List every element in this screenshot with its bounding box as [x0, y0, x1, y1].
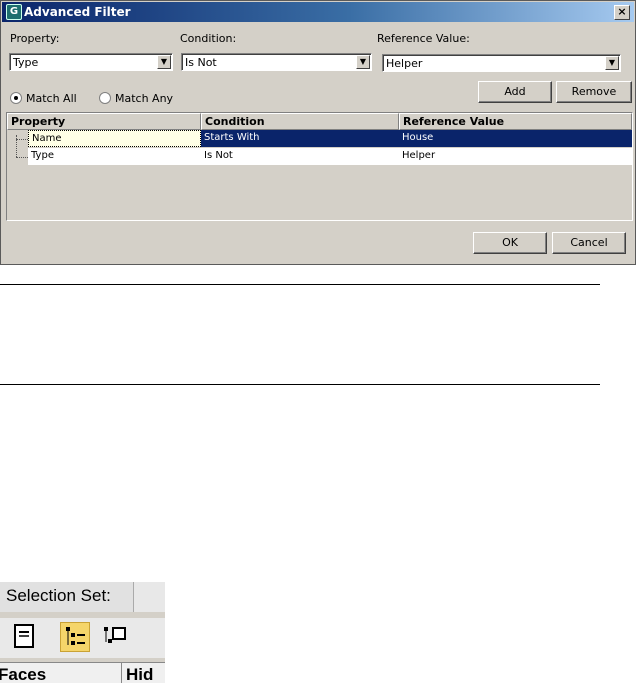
selection-set-label: Selection Set:	[0, 582, 133, 612]
property-dropdown[interactable]: Type ▼	[9, 53, 173, 71]
tree-list-icon[interactable]	[60, 622, 90, 652]
divider	[0, 284, 600, 285]
scene-explorer-snippet: Selection Set: Faces Hid	[0, 582, 165, 685]
condition-dropdown[interactable]: Is Not ▼	[181, 53, 372, 71]
close-button[interactable]: ×	[614, 5, 630, 20]
table-row[interactable]: Name Starts With House	[7, 130, 632, 147]
add-button[interactable]: Add	[478, 81, 552, 103]
cell-condition[interactable]: Starts With	[201, 130, 399, 147]
property-label: Property:	[10, 32, 60, 45]
ok-button[interactable]: OK	[473, 232, 547, 254]
dialog-title: Advanced Filter	[24, 5, 131, 19]
reference-dropdown-value: Helper	[386, 57, 423, 70]
advanced-filter-dialog: G Advanced Filter × Property: Condition:…	[0, 0, 636, 265]
table-row[interactable]: Type Is Not Helper	[7, 148, 632, 165]
remove-button[interactable]: Remove	[556, 81, 632, 103]
cell-property[interactable]: Name	[28, 130, 201, 147]
match-all-label: Match All	[26, 92, 77, 105]
column-header-faces[interactable]: Faces	[0, 665, 46, 685]
column-header-strip: Faces Hid	[0, 662, 165, 685]
reference-value-label: Reference Value:	[377, 32, 470, 45]
property-dropdown-value: Type	[13, 56, 39, 69]
title-bar[interactable]: G Advanced Filter ×	[2, 2, 634, 22]
chevron-down-icon[interactable]: ▼	[605, 56, 619, 70]
column-divider[interactable]	[121, 663, 122, 683]
divider	[0, 384, 600, 385]
cell-condition[interactable]: Is Not	[201, 148, 399, 165]
cell-reference-value[interactable]: Helper	[399, 148, 632, 165]
column-header-condition[interactable]: Condition	[201, 113, 399, 130]
match-any-label: Match Any	[115, 92, 174, 105]
reference-value-dropdown[interactable]: Helper ▼	[382, 54, 621, 72]
match-all-radio[interactable]	[10, 92, 22, 104]
column-header-reference-value[interactable]: Reference Value	[399, 113, 632, 130]
match-any-radio[interactable]	[99, 92, 111, 104]
snippet-toolbar	[0, 618, 165, 658]
selection-set-field[interactable]	[133, 582, 165, 612]
condition-label: Condition:	[180, 32, 237, 45]
cell-property[interactable]: Type	[28, 148, 201, 165]
app-icon: G	[6, 4, 22, 20]
filter-table: Property Condition Reference Value Name …	[6, 112, 633, 221]
tree-select-icon[interactable]	[100, 622, 130, 652]
cell-reference-value[interactable]: House	[399, 130, 632, 147]
chevron-down-icon[interactable]: ▼	[157, 55, 171, 69]
document-icon[interactable]	[10, 622, 40, 652]
table-header: Property Condition Reference Value	[7, 113, 632, 130]
column-header-hide[interactable]: Hid	[126, 665, 153, 685]
chevron-down-icon[interactable]: ▼	[356, 55, 370, 69]
column-header-property[interactable]: Property	[7, 113, 201, 130]
cancel-button[interactable]: Cancel	[552, 232, 626, 254]
condition-dropdown-value: Is Not	[185, 56, 217, 69]
